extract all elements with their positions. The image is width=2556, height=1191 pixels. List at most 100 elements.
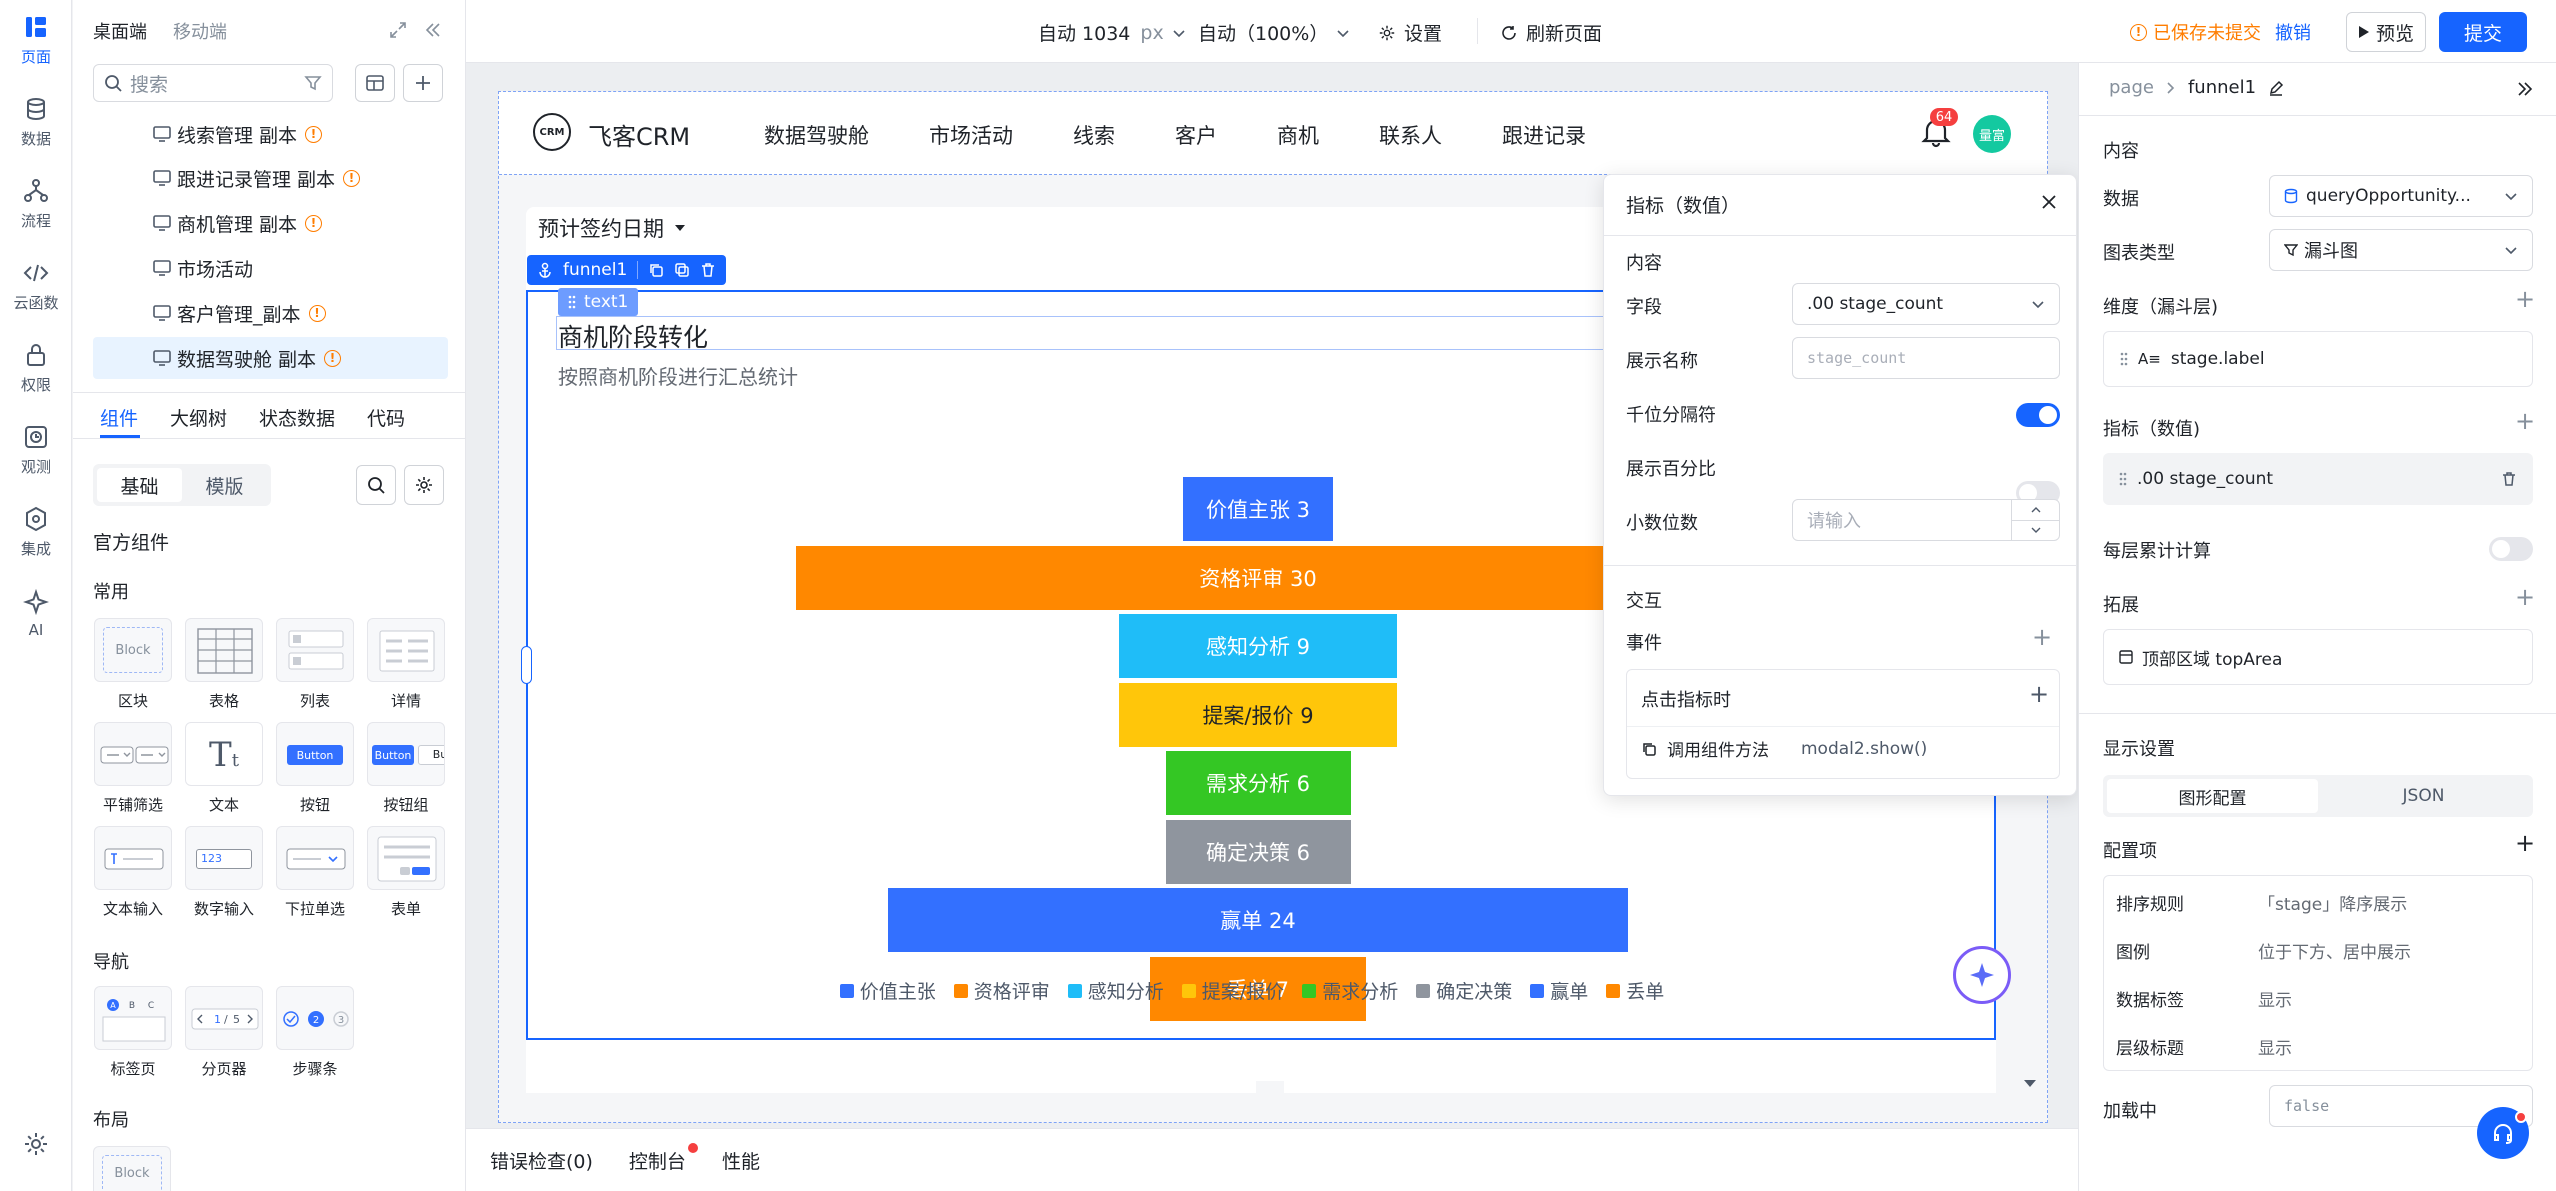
extend-item[interactable]: 顶部区域 topArea (2103, 629, 2533, 685)
decimals-input[interactable]: 请输入 (1792, 499, 2060, 541)
duplicate-icon[interactable] (674, 262, 690, 278)
avatar[interactable]: 量富 (1973, 115, 2011, 153)
filter-icon[interactable] (304, 74, 322, 92)
component-form[interactable]: 表单 (366, 826, 446, 919)
layout-button[interactable] (355, 64, 395, 102)
funnel-bar-4[interactable]: 需求分析 6 (1165, 751, 1351, 815)
seg-basic[interactable]: 基础 (97, 468, 182, 502)
rail-item-data[interactable]: 数据 (0, 88, 72, 156)
chart-type-select[interactable]: 漏斗图 (2269, 229, 2533, 271)
app-nav-item[interactable]: 数据驾驶舱 (764, 120, 869, 150)
search-input[interactable]: 搜索 (93, 64, 333, 102)
app-nav-item[interactable]: 商机 (1277, 120, 1319, 150)
rail-item-observe[interactable]: 观测 (0, 416, 72, 484)
settings-button[interactable]: 设置 (1378, 19, 1442, 46)
component-list[interactable]: 列表 (275, 618, 355, 711)
legend-item[interactable]: 感知分析 (1067, 977, 1164, 1004)
funnel-bar-2[interactable]: 感知分析 9 (1119, 614, 1397, 678)
tree-item[interactable]: 跟进记录管理 副本! (153, 158, 361, 198)
component-detail[interactable]: 详情 (366, 618, 446, 711)
copy-icon[interactable] (648, 262, 664, 278)
funnel-bar-6[interactable]: 赢单 24 (888, 888, 1628, 952)
component-number-input[interactable]: 123 数字输入 (184, 826, 264, 919)
component-pagination[interactable]: 1/ 5 分页器 (184, 986, 264, 1079)
add-page-button[interactable] (403, 64, 443, 102)
component-button[interactable]: Button 按钮 (275, 722, 355, 815)
tree-item-selected[interactable]: 数据驾驶舱 副本! (93, 337, 448, 379)
add-extend-icon[interactable]: + (2515, 583, 2535, 611)
tab-performance[interactable]: 性能 (722, 1147, 760, 1174)
seg-json[interactable]: JSON (2318, 779, 2529, 813)
component-tile-filter[interactable]: 平铺筛选 (93, 722, 173, 815)
app-nav-item[interactable]: 跟进记录 (1502, 120, 1586, 150)
drag-handle-icon[interactable] (568, 294, 576, 310)
component-select[interactable]: 下拉单选 (275, 826, 355, 919)
funnel-bar-5[interactable]: 确定决策 6 (1165, 819, 1351, 884)
zoom-select[interactable]: 自动（100%） (1198, 19, 1350, 46)
submit-button[interactable]: 提交 (2439, 12, 2527, 52)
data-source-select[interactable]: queryOpportunity... (2269, 175, 2533, 217)
tab-code[interactable]: 代码 (367, 404, 405, 431)
add-config-icon[interactable]: + (2515, 829, 2535, 857)
event-action-row[interactable]: 调用组件方法 modal2.show() (1641, 736, 1927, 761)
ai-assistant-button[interactable] (1953, 946, 2011, 1004)
tab-state[interactable]: 状态数据 (259, 404, 335, 431)
app-nav-item[interactable]: 客户 (1175, 120, 1217, 150)
dimension-item[interactable]: A≡ stage.label (2103, 331, 2533, 387)
tree-item[interactable]: 商机管理 副本! (153, 203, 323, 243)
rail-item-ai[interactable]: AI (0, 580, 72, 648)
tab-outline[interactable]: 大纲树 (170, 404, 227, 431)
tab-mobile[interactable]: 移动端 (173, 18, 227, 44)
rail-item-integration[interactable]: 集成 (0, 498, 72, 566)
component-tabs[interactable]: A B C 标签页 (93, 986, 173, 1079)
seg-graphic[interactable]: 图形配置 (2107, 779, 2318, 813)
seg-template[interactable]: 模版 (182, 468, 267, 502)
breadcrumb-root[interactable]: page (2109, 77, 2154, 98)
drag-handle-icon[interactable] (2120, 351, 2128, 367)
app-nav-item[interactable]: 线索 (1073, 120, 1115, 150)
chevron-down-icon[interactable] (2012, 521, 2059, 541)
cumulative-toggle[interactable] (2489, 537, 2533, 561)
legend-item[interactable]: 确定决策 (1416, 977, 1512, 1004)
thousands-toggle[interactable] (2016, 403, 2060, 427)
component-layout-block[interactable]: Block (93, 1146, 171, 1191)
app-nav-item[interactable]: 市场活动 (929, 120, 1013, 150)
add-metric-icon[interactable]: + (2515, 407, 2535, 435)
component-block[interactable]: Block 区块 (93, 618, 173, 711)
date-filter[interactable]: 预计签约日期 (538, 213, 686, 243)
component-button-group[interactable]: ButtonBu 按钮组 (366, 722, 446, 815)
funnel-bar-0[interactable]: 价值主张 3 (1183, 477, 1333, 541)
collapse-right-icon[interactable] (2515, 80, 2535, 98)
config-list[interactable]: 排序规则 「stage」降序展示 图例 位于下方、居中展示 数据标签 显示 层级标题显… (2103, 875, 2533, 1071)
legend-item[interactable]: 丢单 (1606, 977, 1664, 1004)
legend-item[interactable]: 需求分析 (1302, 977, 1398, 1004)
tab-desktop[interactable]: 桌面端 (93, 18, 147, 44)
add-dimension-icon[interactable]: + (2515, 285, 2535, 313)
tab-components[interactable]: 组件 (100, 404, 138, 431)
preview-button[interactable]: 预览 (2346, 12, 2426, 52)
add-event-icon[interactable]: + (2032, 623, 2052, 651)
component-search-button[interactable] (356, 465, 396, 505)
text-component-tag[interactable]: text1 (558, 288, 639, 316)
chevron-up-icon[interactable] (2012, 500, 2059, 521)
component-steps[interactable]: 23 步骤条 (275, 986, 355, 1079)
metric-item[interactable]: .00 stage_count (2103, 453, 2533, 505)
legend-item[interactable]: 提案/报价 (1181, 977, 1284, 1004)
edit-icon[interactable] (2268, 80, 2284, 96)
field-select[interactable]: .00 stage_count (1792, 283, 2060, 325)
close-icon[interactable] (2040, 193, 2058, 211)
rail-item-cloud-fn[interactable]: 云函数 (0, 252, 72, 320)
tree-item[interactable]: 市场活动 (153, 248, 253, 288)
selected-component-name[interactable]: funnel1 (563, 260, 627, 280)
refresh-button[interactable]: 刷新页面 (1500, 19, 1602, 46)
tab-console[interactable]: 控制台 (629, 1143, 698, 1174)
rail-item-permission[interactable]: 权限 (0, 334, 72, 402)
delete-icon[interactable] (2501, 471, 2517, 487)
tree-item[interactable]: 线索管理 副本! (153, 114, 323, 154)
legend-item[interactable]: 资格评审 (953, 977, 1050, 1004)
width-select[interactable]: 自动 1034 px (1038, 19, 1186, 46)
delete-icon[interactable] (700, 262, 716, 278)
rail-item-flow[interactable]: 流程 (0, 170, 72, 238)
component-text-input[interactable]: 文本输入 (93, 826, 173, 919)
tab-error-check[interactable]: 错误检查(0) (490, 1147, 593, 1174)
